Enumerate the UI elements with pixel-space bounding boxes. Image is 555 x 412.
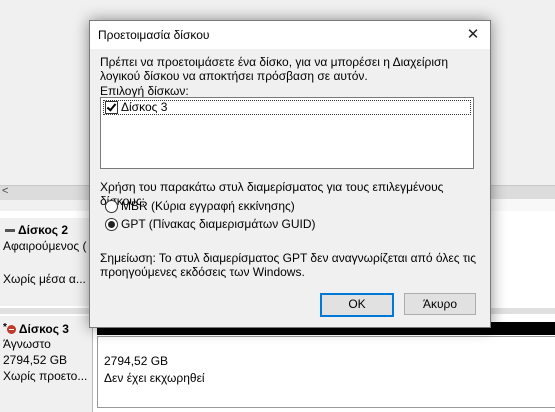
mbr-radio[interactable] [105,200,118,213]
unallocated-status: Δεν έχει εκχωρηθεί [104,371,205,385]
select-disks-label: Επιλογή δίσκων: [100,84,189,98]
dialog-titlebar[interactable]: Προετοιμασία δίσκου ✕ [90,21,490,49]
mbr-label: MBR (Κύρια εγγραφή εκκίνησης) [121,199,295,213]
removable-disk-icon [5,229,15,233]
initialize-disk-dialog: Προετοιμασία δίσκου ✕ Πρέπει να προετοιμ… [89,20,491,328]
disk-3-status: Χωρίς προετο... [3,369,88,383]
disk-item-label: Δίσκος 3 [121,100,168,114]
list-item[interactable]: Δίσκος 3 [103,100,471,115]
close-icon[interactable]: ✕ [456,21,490,49]
disk-2-title: Δίσκος 2 [18,223,69,237]
disk-2-status: Χωρίς μέσα α... [3,272,86,286]
disk-listbox[interactable]: Δίσκος 3 [100,97,474,169]
dialog-message: Πρέπει να προετοιμάσετε ένα δίσκο, για ν… [100,55,449,83]
disk-2-title-row: Δίσκος 2 [5,223,68,237]
cancel-button[interactable]: Άκυρο [404,293,476,315]
disk-3-checkbox[interactable] [105,101,118,114]
disk-3-title: Δίσκος 3 [18,322,69,336]
unallocated-size: 2794,52 GB [104,354,169,368]
scroll-left-arrow[interactable]: < [2,185,8,197]
unallocated-region[interactable]: 2794,52 GB Δεν έχει εκχωρηθεί [97,336,555,408]
gpt-label: GPT (Πίνακας διαμερισμάτων GUID) [121,217,316,231]
gpt-note: Σημείωση: Το στυλ διαμερίσματος GPT δεν … [100,251,477,279]
disk-3-type: Άγνωστο [3,337,51,351]
disk-3-title-row: * Δίσκος 3 [3,322,69,336]
ok-button[interactable]: OK [320,293,394,317]
disk-2-type: Αφαιρούμενος ( [3,239,87,253]
disk-3-panel[interactable]: * Δίσκος 3 Άγνωστο 2794,52 GB Χωρίς προετ… [0,316,93,412]
error-icon [6,325,16,335]
disk-2-panel[interactable]: Δίσκος 2 Αφαιρούμενος ( Χωρίς μέσα α... [0,218,93,306]
dialog-title: Προετοιμασία δίσκου [98,28,210,42]
disk-3-size: 2794,52 GB [3,353,68,367]
gpt-radio[interactable] [105,218,118,231]
